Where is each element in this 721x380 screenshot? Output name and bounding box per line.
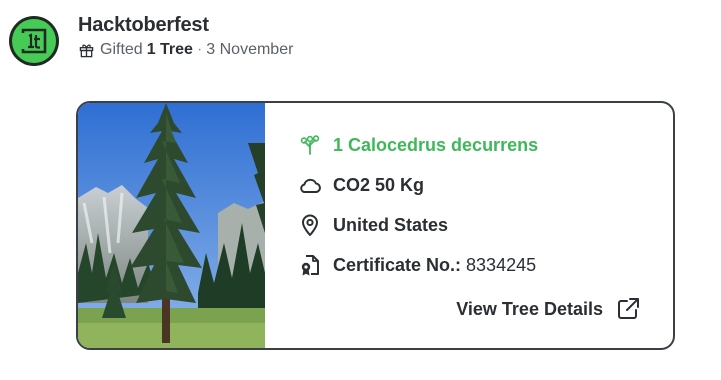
certificate-label: Certificate No.:	[333, 254, 462, 275]
sapling-icon	[300, 135, 320, 155]
co2-label: CO2 50 Kg	[333, 174, 425, 195]
org-name[interactable]: Hacktoberfest	[78, 14, 209, 37]
species-label: 1 Calocedrus decurrens	[333, 134, 539, 155]
location-label: United States	[333, 214, 449, 235]
certificate-icon	[301, 255, 319, 276]
gift-prefix: Gifted	[100, 41, 143, 58]
tree-photo	[78, 103, 265, 348]
view-tree-details-link[interactable]: View Tree Details	[456, 296, 641, 322]
hacktoberfest-logo-icon	[21, 28, 47, 54]
tree-details: 1 Calocedrus decurrens CO2 50 Kg United …	[297, 125, 538, 285]
cloud-icon	[300, 178, 321, 193]
certificate-row: Certificate No.: 8334245	[297, 245, 538, 285]
meta-separator: ·	[196, 41, 203, 58]
gift-feed-item: Hacktoberfest Gifted 1 Tree · 3 November	[0, 0, 721, 380]
avatar[interactable]	[9, 16, 59, 66]
location-row: United States	[297, 205, 538, 245]
map-pin-icon	[302, 214, 318, 236]
external-link-icon	[618, 298, 639, 319]
co2-row: CO2 50 Kg	[297, 165, 538, 205]
gift-icon	[79, 44, 94, 57]
tree-card: 1 Calocedrus decurrens CO2 50 Kg United …	[76, 101, 675, 350]
species-row: 1 Calocedrus decurrens	[297, 125, 538, 165]
gift-amount: 1 Tree	[146, 41, 193, 58]
certificate-number: 8334245	[466, 254, 537, 275]
view-tree-details-label: View Tree Details	[456, 298, 603, 319]
gift-date: 3 November	[206, 41, 294, 58]
gift-meta: Gifted 1 Tree · 3 November	[79, 41, 293, 59]
